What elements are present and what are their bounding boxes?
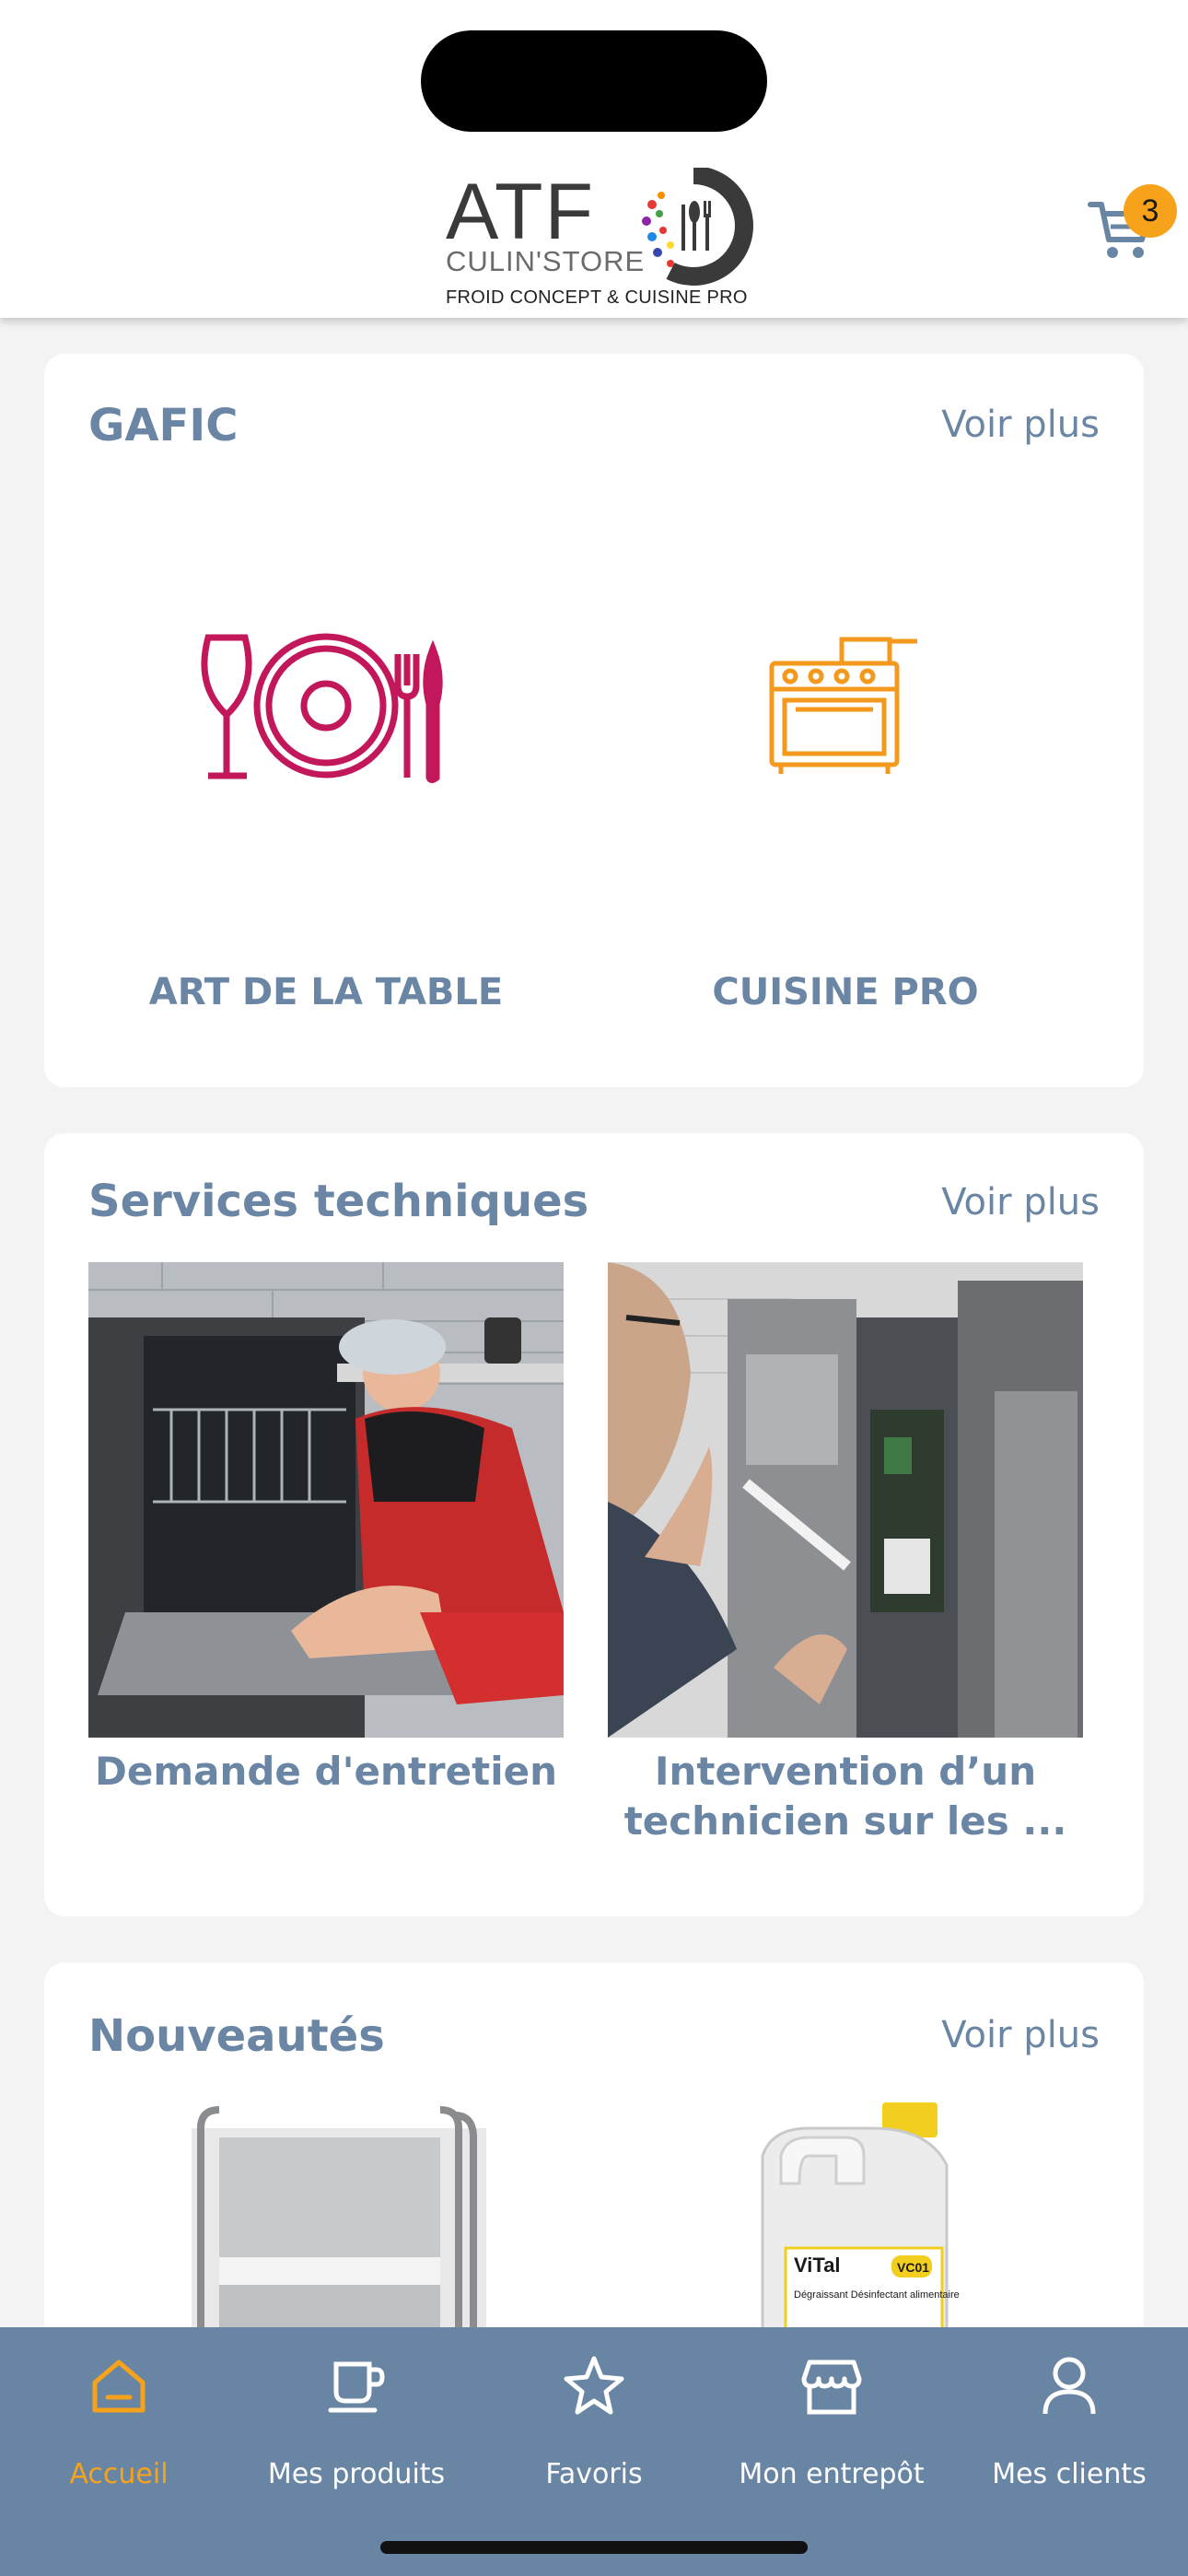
nav-label: Accueil [69,2458,169,2490]
section-title: GAFIC [88,400,239,451]
logo-mark-icon [642,168,753,286]
user-icon [1042,2357,1096,2415]
cup-icon [328,2361,385,2413]
nav-label: Mes clients [992,2458,1147,2490]
nav-label: Favoris [545,2458,643,2490]
section-title: Nouveautés [88,2010,385,2062]
section-title: Services techniques [88,1176,589,1227]
category-label-art-de-la-table[interactable]: ART DE LA TABLE [149,971,503,1013]
category-label-cuisine-pro[interactable]: CUISINE PRO [712,971,978,1013]
home-indicator[interactable] [380,2541,808,2554]
logo-tagline: FROID CONCEPT & CUISINE PRO [446,287,748,308]
see-more-link[interactable]: Voir plus [941,1181,1100,1224]
gafic-card: GAFIC Voir plus ART DE LA TABLE CUISINE … [44,354,1144,1087]
dynamic-island [421,30,767,132]
nav-label: Mon entrepôt [739,2458,925,2490]
cart-count-badge: 3 [1124,184,1177,238]
service-label-maintenance[interactable]: Demande d'entretien [68,1747,584,1797]
trolley-product-image[interactable] [182,2101,495,2340]
dishwasher-repair-image [88,1262,564,1738]
product-description: Dégraissant Désinfectant alimentaire [794,2289,960,2301]
technician-repair-image [608,1262,1083,1738]
star-icon [564,2356,624,2415]
tableware-icon[interactable] [188,630,446,787]
detergent-product-image[interactable]: ViTal VC01 Dégraissant Désinfectant alim… [735,2101,974,2340]
technician-photo[interactable] [608,1262,1083,1738]
see-more-link[interactable]: Voir plus [941,404,1100,446]
logo-brand: ATF [446,168,596,256]
see-more-link[interactable]: Voir plus [941,2014,1100,2056]
bottom-nav: Accueil Mes produits Favoris Mon entrepô… [0,2327,1188,2576]
stove-icon[interactable] [764,630,921,778]
home-icon [92,2359,146,2413]
store-icon [801,2359,862,2415]
service-label-technician[interactable]: Intervention d’un technicien sur les ... [588,1747,1103,1846]
product-brand: ViTal [794,2254,841,2277]
product-code: VC01 [897,2260,929,2275]
services-card: Services techniques Voir plus Demande d'… [44,1133,1144,1916]
atf-logo[interactable]: ATF CULIN'STORE FROID CONCEPT & CUISINE … [440,168,753,315]
app-header: ATF CULIN'STORE FROID CONCEPT & CUISINE … [0,0,1188,318]
maintenance-photo[interactable] [88,1262,564,1738]
nav-label: Mes produits [267,2458,446,2490]
logo-sub: CULIN'STORE [446,245,646,277]
